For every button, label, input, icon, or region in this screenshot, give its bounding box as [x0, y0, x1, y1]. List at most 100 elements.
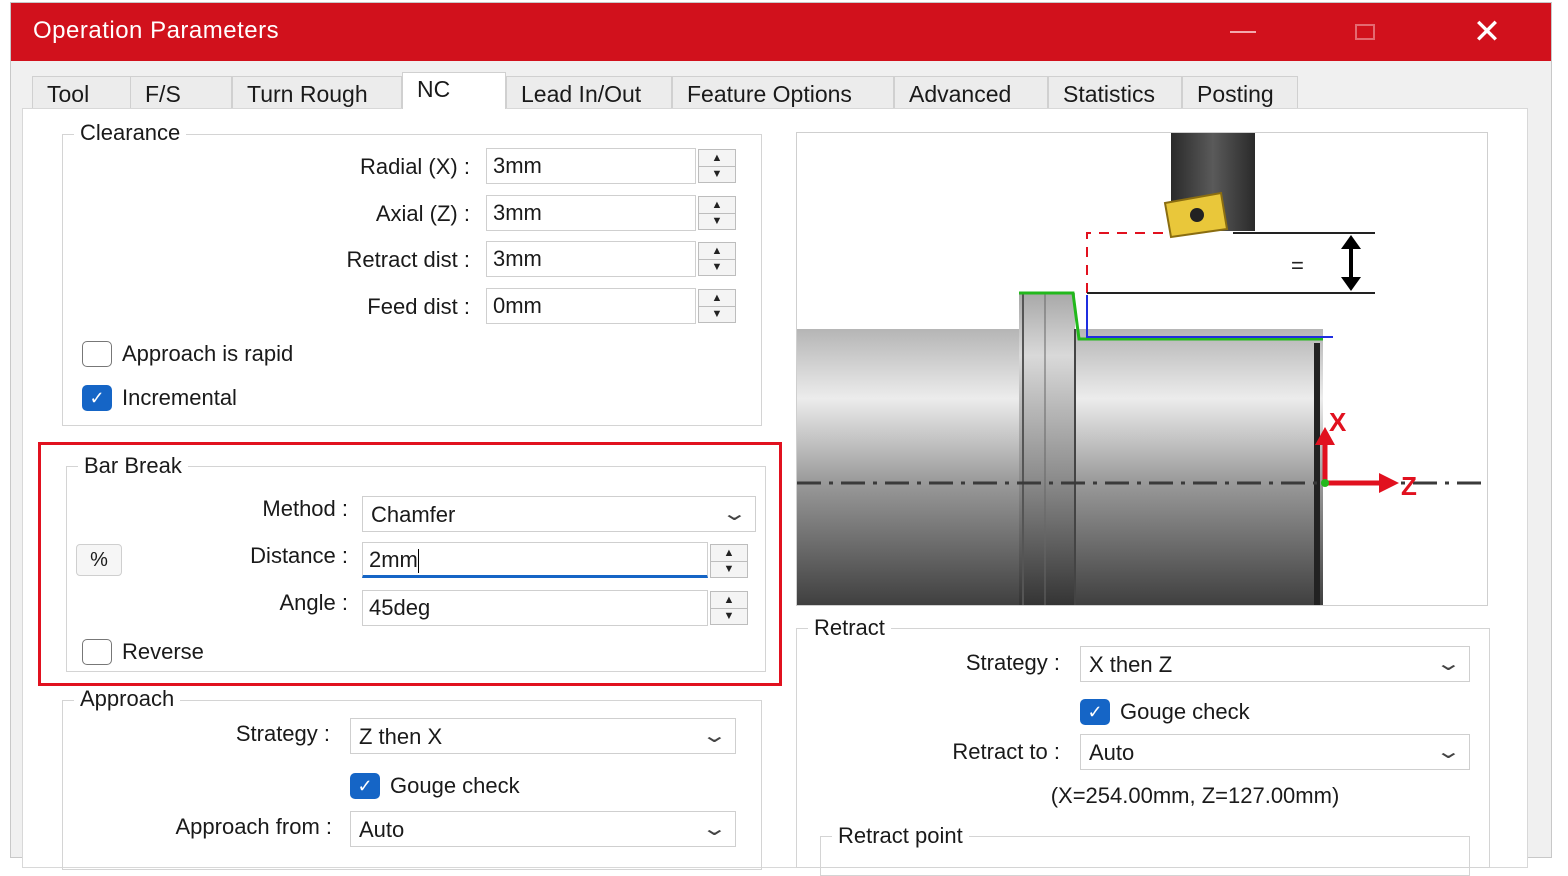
spin-up-icon[interactable]: ▲ [699, 243, 735, 260]
z-axis-label: Z [1401, 471, 1417, 501]
angle-value: 45deg [369, 595, 431, 620]
checkmark-icon: ✓ [89, 387, 105, 408]
retract-dist-input[interactable]: 3mm [486, 241, 696, 277]
radial-stepper[interactable]: ▲ ▼ [698, 149, 736, 183]
chevron-down-icon: ⌄ [1435, 741, 1463, 763]
chevron-down-icon: ⌄ [701, 818, 729, 840]
maximize-button[interactable] [1335, 11, 1395, 53]
text-caret [417, 549, 419, 574]
approach-rapid-label[interactable]: Approach is rapid [122, 341, 293, 367]
retract-strategy-select[interactable]: X then Z ⌄ [1080, 646, 1470, 682]
chevron-down-icon: ⌄ [1435, 653, 1463, 675]
spin-up-icon[interactable]: ▲ [711, 592, 747, 609]
distance-input[interactable]: 2mm [362, 542, 708, 578]
method-select[interactable]: Chamfer ⌄ [362, 496, 756, 532]
radial-label: Radial (X) : [359, 154, 470, 179]
tab-lead-in-out[interactable]: Lead In/Out [506, 76, 672, 108]
feed-dist-label: Feed dist : [367, 294, 470, 319]
tab-fs[interactable]: F/S [130, 76, 232, 108]
minimize-icon [1230, 31, 1256, 33]
axial-label: Axial (Z) : [375, 201, 470, 226]
axial-value: 3mm [493, 200, 542, 225]
spin-down-icon[interactable]: ▼ [699, 166, 735, 182]
spin-down-icon[interactable]: ▼ [711, 608, 747, 624]
svg-text:=: = [1291, 253, 1304, 278]
retract-dist-stepper[interactable]: ▲ ▼ [698, 242, 736, 276]
retract-gouge-label[interactable]: Gouge check [1120, 699, 1250, 725]
spin-down-icon[interactable]: ▼ [711, 561, 747, 577]
checkmark-icon: ✓ [357, 775, 373, 796]
incremental-checkbox[interactable]: ✓ [82, 385, 112, 411]
approach-strategy-value: Z then X [359, 724, 443, 749]
feed-dist-stepper[interactable]: ▲ ▼ [698, 289, 736, 323]
axial-input[interactable]: 3mm [486, 195, 696, 231]
spin-down-icon[interactable]: ▼ [699, 259, 735, 275]
approach-from-select[interactable]: Auto ⌄ [350, 811, 736, 847]
approach-from-label: Approach from : [175, 814, 332, 839]
approach-rapid-checkbox[interactable] [82, 341, 112, 367]
radial-input[interactable]: 3mm [486, 148, 696, 184]
tab-posting[interactable]: Posting [1182, 76, 1298, 108]
retract-dist-value: 3mm [493, 246, 542, 271]
tab-advanced[interactable]: Advanced [894, 76, 1048, 108]
clearance-title: Clearance [74, 120, 187, 146]
retract-title: Retract [808, 615, 891, 641]
retract-gouge-checkbox[interactable]: ✓ [1080, 699, 1110, 725]
distance-label: Distance : [250, 543, 348, 568]
window-title: Operation Parameters [33, 17, 280, 44]
spin-down-icon[interactable]: ▼ [699, 213, 735, 229]
rapid-move [1086, 232, 1169, 293]
feed-dist-value: 0mm [493, 293, 542, 318]
tab-turn-rough[interactable]: Turn Rough [232, 76, 402, 108]
reverse-checkbox[interactable] [82, 639, 112, 665]
distance-stepper[interactable]: ▲ ▼ [710, 544, 748, 578]
retract-point-title: Retract point [832, 823, 969, 849]
retract-to-select[interactable]: Auto ⌄ [1080, 734, 1470, 770]
checkmark-icon: ✓ [1087, 701, 1103, 722]
workpiece-shoulder [1019, 293, 1075, 605]
approach-title: Approach [74, 686, 181, 712]
approach-gouge-checkbox[interactable]: ✓ [350, 773, 380, 799]
retract-strategy-label: Strategy : [965, 650, 1060, 675]
retract-dist-label: Retract dist : [346, 247, 470, 272]
close-icon: ✕ [1472, 13, 1502, 51]
title-bar: Operation Parameters ✕ [11, 3, 1551, 61]
method-label: Method : [262, 496, 348, 521]
spin-down-icon[interactable]: ▼ [699, 306, 735, 322]
incremental-label[interactable]: Incremental [122, 385, 237, 411]
tab-nc[interactable]: NC [402, 72, 506, 109]
distance-value: 2mm [369, 547, 419, 574]
tab-statistics[interactable]: Statistics [1048, 76, 1182, 108]
approach-strategy-label: Strategy : [235, 721, 330, 746]
feed-dist-input[interactable]: 0mm [486, 288, 696, 324]
approach-strategy-select[interactable]: Z then X ⌄ [350, 718, 736, 754]
toolpath-preview: = X Z [796, 132, 1488, 606]
chevron-down-icon: ⌄ [721, 503, 749, 525]
minimize-button[interactable] [1213, 11, 1273, 53]
radial-value: 3mm [493, 153, 542, 178]
spin-up-icon[interactable]: ▲ [699, 150, 735, 167]
retract-to-label: Retract to : [952, 739, 1060, 764]
maximize-icon [1355, 24, 1375, 40]
angle-label: Angle : [279, 590, 349, 615]
method-value: Chamfer [371, 502, 456, 527]
angle-stepper[interactable]: ▲ ▼ [710, 591, 748, 625]
spin-up-icon[interactable]: ▲ [699, 197, 735, 214]
x-axis-label: X [1329, 407, 1347, 437]
angle-input[interactable]: 45deg [362, 590, 708, 626]
approach-gouge-label[interactable]: Gouge check [390, 773, 520, 799]
tab-tool[interactable]: Tool [32, 76, 132, 108]
axial-stepper[interactable]: ▲ ▼ [698, 196, 736, 230]
preview-drawing: = X Z [797, 133, 1487, 605]
spin-up-icon[interactable]: ▲ [711, 545, 747, 562]
close-button[interactable]: ✕ [1457, 11, 1517, 53]
chevron-down-icon: ⌄ [701, 725, 729, 747]
percent-button[interactable]: % [76, 544, 122, 576]
reverse-label[interactable]: Reverse [122, 639, 204, 665]
spin-up-icon[interactable]: ▲ [699, 290, 735, 307]
retract-to-value: Auto [1089, 740, 1135, 765]
tab-feature-options[interactable]: Feature Options [672, 76, 894, 108]
bar-break-title: Bar Break [78, 453, 188, 479]
approach-from-value: Auto [359, 817, 405, 842]
retract-coordinates: (X=254.00mm, Z=127.00mm) [1050, 783, 1340, 808]
